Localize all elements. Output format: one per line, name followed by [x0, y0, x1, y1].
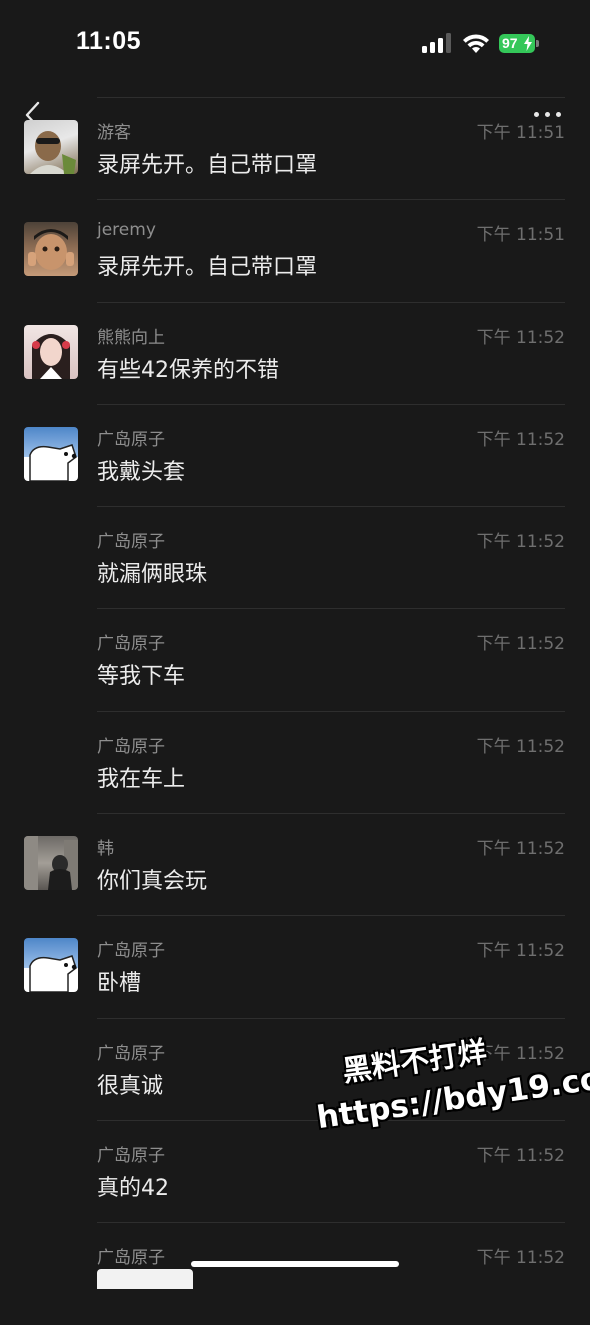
message-item[interactable]: 广岛原子 下午 11:52 卧槽	[0, 915, 590, 1017]
divider	[97, 403, 565, 405]
sender-name: 广岛原子	[97, 532, 165, 553]
sender-name: 韩	[97, 839, 114, 860]
message-text: 真的42	[97, 1175, 169, 1201]
divider	[97, 506, 565, 508]
divider	[97, 1017, 565, 1019]
status-bar: 11:05 97	[0, 0, 590, 90]
message-text: 卧槽	[97, 971, 142, 997]
message-text: 我戴头套	[97, 459, 186, 485]
image-message-thumbnail[interactable]	[97, 1269, 193, 1289]
divider	[97, 915, 565, 917]
wifi-icon	[463, 34, 489, 53]
status-time: 11:05	[76, 27, 142, 55]
message-time: 下午 11:52	[476, 1043, 565, 1064]
avatar-photo	[29, 443, 77, 481]
charging-bolt-icon	[524, 36, 532, 51]
message-time: 下午 11:52	[476, 532, 565, 553]
sender-name: jeremy	[97, 220, 156, 241]
message-time: 下午 11:52	[476, 839, 565, 860]
divider	[97, 608, 565, 610]
message-time: 下午 11:51	[476, 123, 565, 143]
sender-name: 广岛原子	[97, 1248, 165, 1269]
sender-name: 广岛原子	[97, 736, 165, 757]
battery-cap	[536, 40, 539, 47]
message-time: 下午 11:51	[476, 225, 565, 246]
message-item[interactable]: 广岛原子 下午 11:52 很真诚	[0, 1017, 590, 1120]
message-text: 就漏俩眼珠	[97, 562, 208, 588]
divider	[97, 301, 565, 303]
message-item[interactable]: 广岛原子 下午 11:52 真的42	[0, 1119, 590, 1222]
avatar[interactable]	[24, 836, 78, 891]
message-text: 等我下车	[97, 664, 186, 690]
sender-name: 广岛原子	[97, 1145, 165, 1166]
battery-indicator: 97	[499, 34, 539, 53]
message-text: 很真诚	[97, 1073, 164, 1099]
message-item[interactable]: 广岛原子 下午 11:52 就漏俩眼珠	[0, 506, 590, 608]
message-time: 下午 11:52	[476, 429, 565, 450]
sender-name: 游客	[97, 123, 131, 143]
message-item[interactable]: 广岛原子 下午 11:52 等我下车	[0, 608, 590, 710]
avatar[interactable]	[24, 938, 78, 993]
message-time: 下午 11:52	[476, 1248, 565, 1269]
avatar-photo	[24, 836, 78, 891]
message-text: 录屏先开。自己带口罩	[97, 255, 318, 281]
message-text: 你们真会玩	[97, 869, 208, 895]
divider	[97, 199, 565, 201]
avatar-photo	[32, 333, 70, 379]
message-item[interactable]: 游客 下午 11:51 录屏先开。自己带口罩	[0, 97, 590, 199]
divider	[97, 813, 565, 815]
sender-name: 广岛原子	[97, 941, 165, 962]
sender-name: 广岛原子	[97, 634, 165, 655]
message-list[interactable]: 游客 下午 11:51 录屏先开。自己带口罩 jeremy 下午 11:51 录…	[0, 97, 590, 1325]
message-time: 下午 11:52	[476, 634, 565, 655]
message-text: 录屏先开。自己带口罩	[97, 153, 318, 178]
message-item[interactable]: 广岛原子 下午 11:52 我戴头套	[0, 403, 590, 506]
sender-name: 广岛原子	[97, 429, 165, 450]
message-time: 下午 11:52	[476, 941, 565, 962]
cellular-signal-icon	[422, 33, 451, 53]
divider	[97, 1119, 565, 1121]
message-item[interactable]: jeremy 下午 11:51 录屏先开。自己带口罩	[0, 199, 590, 301]
message-text: 我在车上	[97, 766, 186, 792]
sender-name: 广岛原子	[97, 1043, 165, 1064]
sender-name: 熊熊向上	[97, 327, 165, 348]
avatar[interactable]	[24, 222, 78, 277]
divider	[97, 1222, 565, 1224]
message-time: 下午 11:52	[476, 1145, 565, 1166]
message-time: 下午 11:52	[476, 327, 565, 348]
message-item[interactable]: 熊熊向上 下午 11:52 有些42保养的不错	[0, 301, 590, 404]
message-item[interactable]: 广岛原子 下午 11:52	[0, 1222, 590, 1324]
avatar-photo	[30, 131, 76, 174]
avatar[interactable]	[24, 426, 78, 481]
divider	[97, 710, 565, 712]
avatar[interactable]	[24, 324, 78, 379]
avatar[interactable]	[24, 120, 78, 174]
divider	[97, 97, 565, 98]
avatar-photo	[28, 229, 74, 271]
avatar-photo	[29, 955, 77, 993]
battery-level: 97	[502, 35, 518, 51]
message-text: 有些42保养的不错	[97, 357, 279, 383]
message-item[interactable]: 广岛原子 下午 11:52 我在车上	[0, 710, 590, 813]
home-indicator[interactable]	[191, 1261, 399, 1267]
message-time: 下午 11:52	[476, 736, 565, 757]
message-item[interactable]: 韩 下午 11:52 你们真会玩	[0, 813, 590, 915]
